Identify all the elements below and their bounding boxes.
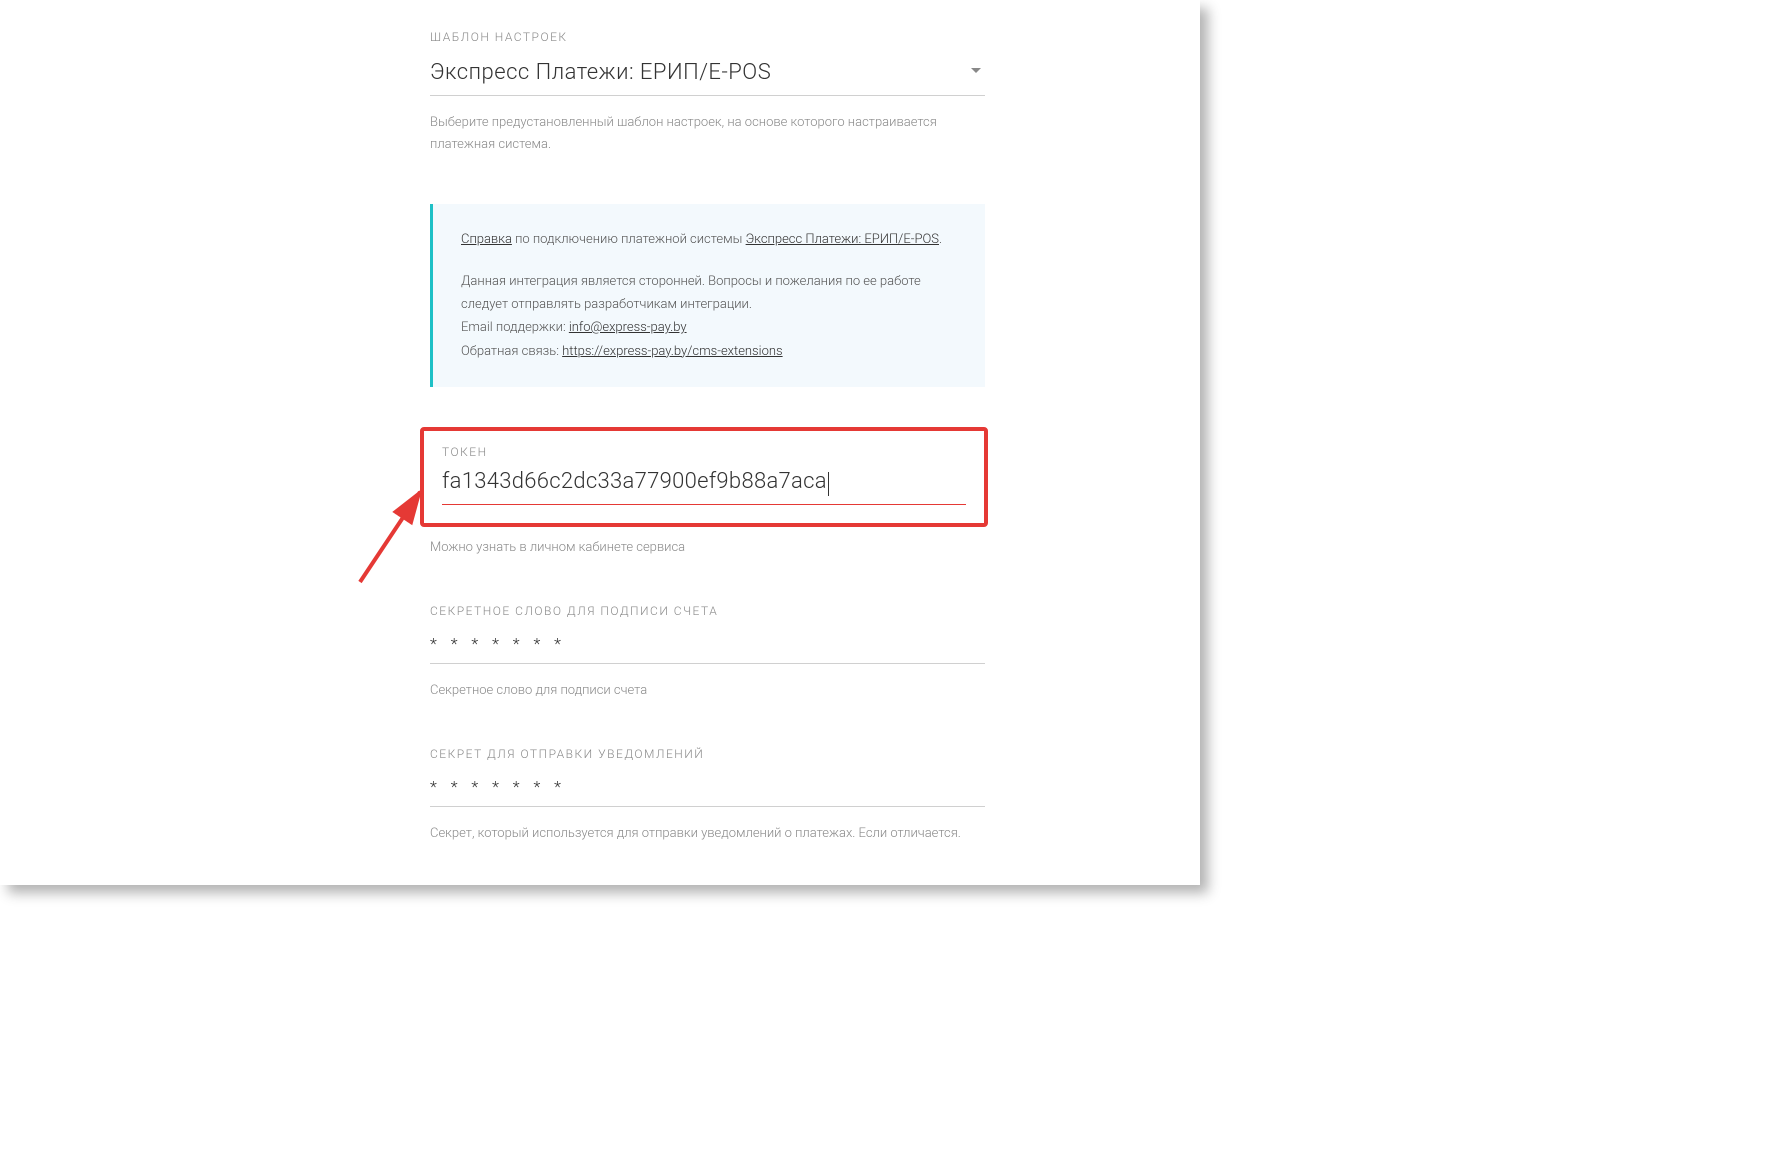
support-email-link[interactable]: info@express-pay.by: [569, 320, 687, 335]
template-field: ШАБЛОН НАСТРОЕК Экспресс Платежи: ЕРИП/E…: [430, 30, 985, 156]
secret-notify-value: * * * * * * *: [430, 777, 566, 796]
text-cursor: [828, 472, 829, 496]
token-hint: Можно узнать в личном кабинете сервиса: [430, 537, 985, 559]
template-value: Экспресс Платежи: ЕРИП/E-POS: [430, 60, 771, 85]
info-panel: Справка по подключению платежной системы…: [430, 204, 985, 387]
token-label: ТОКЕН: [442, 445, 966, 459]
chevron-down-icon: [971, 68, 981, 73]
secret-invoice-value: * * * * * * *: [430, 634, 566, 653]
secret-invoice-hint: Секретное слово для подписи счета: [430, 680, 985, 702]
secret-invoice-field: СЕКРЕТНОЕ СЛОВО ДЛЯ ПОДПИСИ СЧЕТА * * * …: [430, 604, 985, 702]
template-label: ШАБЛОН НАСТРОЕК: [430, 30, 985, 44]
secret-notify-field: СЕКРЕТ ДЛЯ ОТПРАВКИ УВЕДОМЛЕНИЙ * * * * …: [430, 747, 985, 845]
secret-invoice-input[interactable]: * * * * * * *: [430, 628, 985, 664]
feedback-link[interactable]: https://express-pay.by/cms-extensions: [562, 344, 782, 359]
token-value: fa1343d66c2dc33a77900ef9b88a7aca: [442, 469, 827, 494]
help-link[interactable]: Справка: [461, 232, 512, 247]
token-field-highlight: ТОКЕН fa1343d66c2dc33a77900ef9b88a7aca: [420, 427, 988, 527]
token-input[interactable]: fa1343d66c2dc33a77900ef9b88a7aca: [442, 465, 966, 505]
secret-notify-input[interactable]: * * * * * * *: [430, 771, 985, 807]
info-integration-text: Данная интеграция является сторонней. Во…: [461, 270, 957, 317]
secret-notify-hint: Секрет, который используется для отправк…: [430, 823, 985, 845]
template-select[interactable]: Экспресс Платежи: ЕРИП/E-POS: [430, 54, 985, 96]
secret-notify-label: СЕКРЕТ ДЛЯ ОТПРАВКИ УВЕДОМЛЕНИЙ: [430, 747, 985, 761]
system-link[interactable]: Экспресс Платежи: ЕРИП/E-POS: [746, 232, 939, 247]
settings-form: ШАБЛОН НАСТРОЕК Экспресс Платежи: ЕРИП/E…: [0, 0, 1200, 885]
template-hint: Выберите предустановленный шаблон настро…: [430, 112, 985, 156]
secret-invoice-label: СЕКРЕТНОЕ СЛОВО ДЛЯ ПОДПИСИ СЧЕТА: [430, 604, 985, 618]
